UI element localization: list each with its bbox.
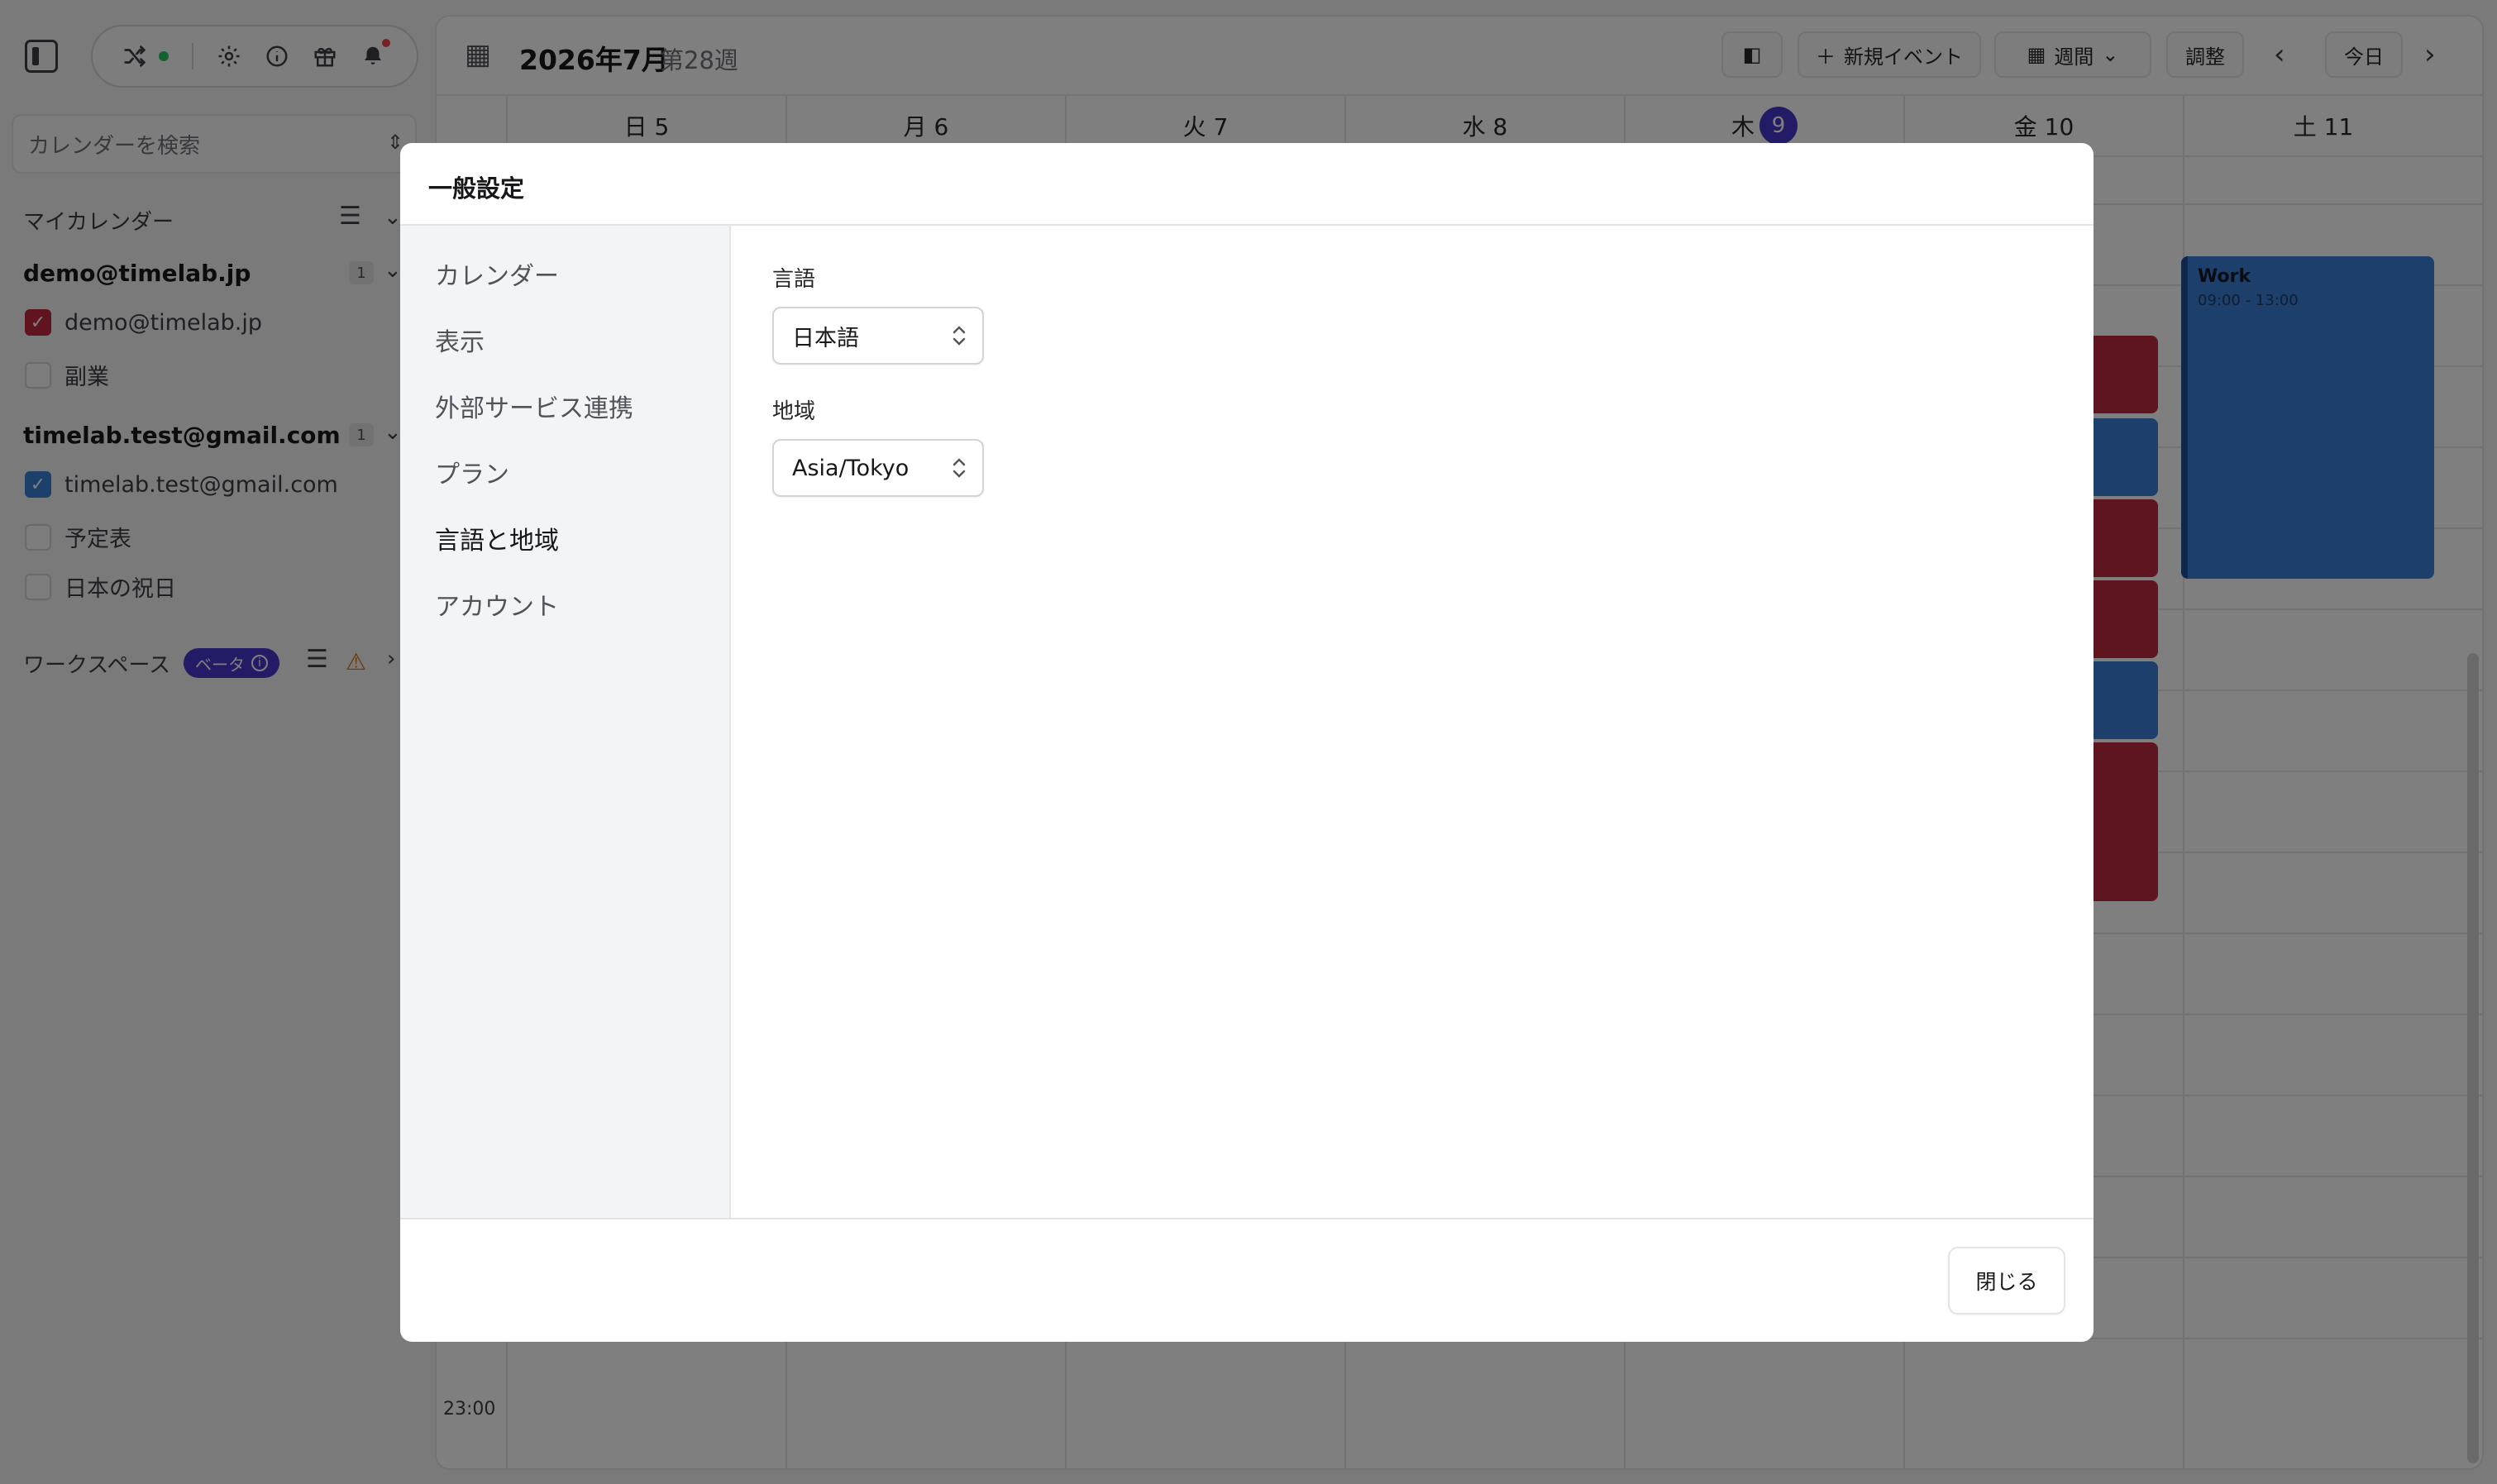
settings-nav-display[interactable]: 表示 <box>435 322 485 358</box>
chevron-updown-icon <box>952 326 966 346</box>
region-label: 地域 <box>772 399 816 424</box>
chevron-updown-icon <box>952 458 966 478</box>
settings-nav-account[interactable]: アカウント <box>435 586 559 623</box>
language-select[interactable]: 日本語 <box>772 307 984 365</box>
language-value: 日本語 <box>792 325 859 351</box>
region-value: Asia/Tokyo <box>792 455 910 481</box>
dialog-title: 一般設定 <box>428 174 525 203</box>
settings-nav-integrations[interactable]: 外部サービス連携 <box>435 388 633 424</box>
language-label: 言語 <box>772 267 816 292</box>
settings-nav-plan[interactable]: プラン <box>435 454 509 490</box>
region-select[interactable]: Asia/Tokyo <box>772 439 984 497</box>
settings-nav-calendar[interactable]: カレンダー <box>435 255 559 292</box>
divider <box>400 1218 2094 1219</box>
general-settings-dialog: 一般設定 カレンダー 表示 外部サービス連携 プラン 言語と地域 アカウント 言… <box>400 143 2094 1342</box>
settings-nav: カレンダー 表示 外部サービス連携 プラン 言語と地域 アカウント <box>400 226 731 1218</box>
settings-nav-language-region[interactable]: 言語と地域 <box>435 520 559 556</box>
close-button[interactable]: 閉じる <box>1948 1247 2065 1315</box>
